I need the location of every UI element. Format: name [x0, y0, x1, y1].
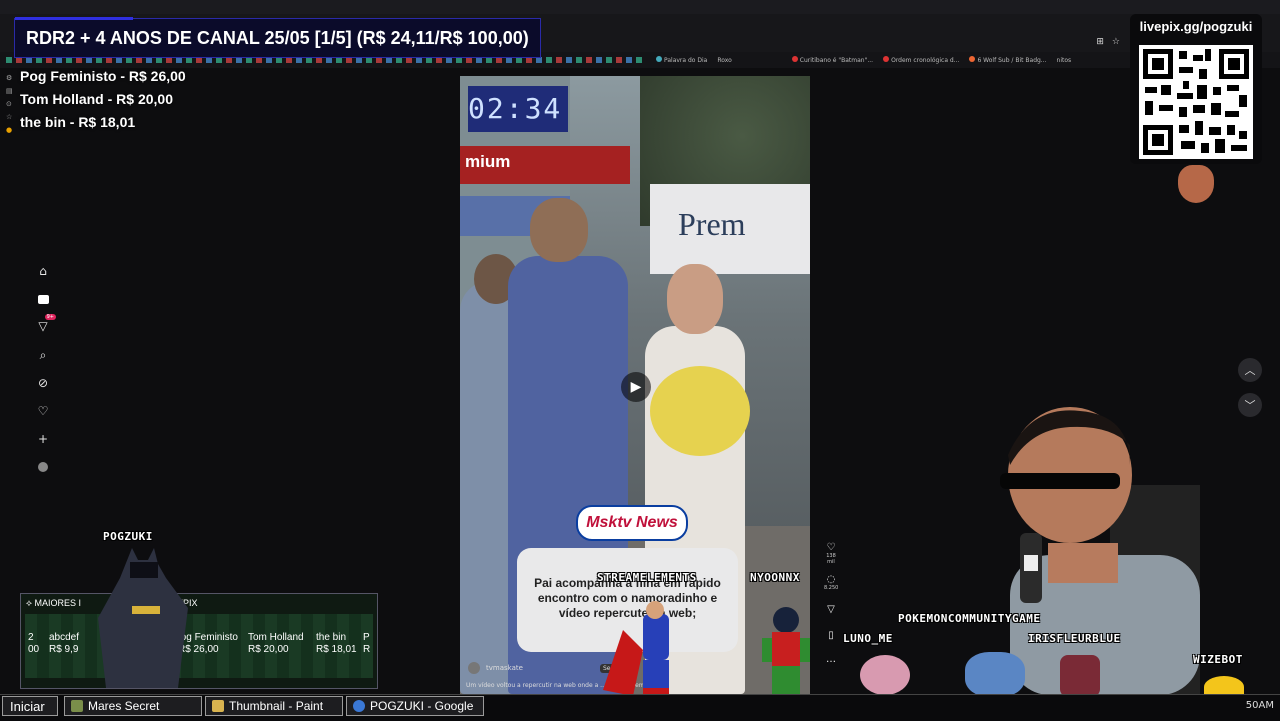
bookmark-item[interactable]: Curitibano é "Batman"...	[791, 56, 873, 64]
livepix-value: R$ 9,9	[49, 644, 79, 655]
character-sprite	[1060, 655, 1100, 697]
livepix-value: R$ 18,01	[316, 644, 357, 655]
comment-button[interactable]: ◌ 8.250	[824, 574, 838, 591]
superman-sprite	[603, 600, 693, 700]
search-icon[interactable]: ⌕	[34, 346, 52, 364]
favorites-icon[interactable]: ♡	[34, 402, 52, 420]
livepix-name: 2	[28, 632, 34, 643]
bookmark-item[interactable]: Palavra do Dia	[656, 56, 707, 64]
panel-icon[interactable]: ●	[6, 124, 18, 137]
paint-icon	[212, 700, 224, 712]
chat-user-pokemoncommunitygame: POKEMONCOMMUNITYGAME	[898, 612, 1041, 625]
save-button[interactable]: ▯	[824, 630, 838, 641]
browser-side-panel: ⚙ ▤ ⊙ ☆ ●	[6, 72, 18, 152]
explore-icon[interactable]: ⊘	[34, 374, 52, 392]
profile-icon[interactable]	[34, 458, 52, 476]
notifications-icon[interactable]: ▽ 9+	[34, 314, 56, 335]
batman-sprite	[92, 548, 192, 694]
bookmark-item[interactable]: nitos	[1057, 57, 1072, 64]
channel-info[interactable]: tvmaskate	[468, 662, 523, 674]
bookmark-item[interactable]: Roxo	[717, 57, 731, 64]
livepix-value: 00	[28, 644, 40, 655]
taskbar-item[interactable]: POGZUKI - Google	[346, 696, 484, 716]
more-button[interactable]: …	[824, 654, 838, 665]
video-store-sign: Prem	[650, 184, 810, 274]
chat-user-streamelements: STREAMELEMENTS	[597, 571, 697, 584]
app-icon	[71, 700, 83, 712]
taskbar-item[interactable]: Mares Secret	[64, 696, 202, 716]
qr-code	[1139, 45, 1253, 159]
banner-accent	[15, 17, 133, 20]
previous-video-button[interactable]: ︿	[1238, 358, 1262, 382]
mascot-sprite	[1178, 165, 1214, 203]
qr-title: livepix.gg/pogzuki	[1139, 19, 1253, 34]
panel-icon[interactable]: ⊙	[6, 98, 18, 111]
panel-icon[interactable]: ▤	[6, 85, 18, 98]
stream-title: RDR2 + 4 ANOS DE CANAL 25/05 [1/5] (R$ 2…	[26, 27, 529, 48]
donor-entry: the bin - R$ 18,01	[20, 114, 136, 130]
blastoise-sprite	[965, 652, 1025, 697]
pokemon-sprite	[860, 655, 910, 695]
add-icon[interactable]: +	[34, 430, 52, 448]
webcam-feed	[970, 405, 1220, 695]
video-flowers	[650, 366, 750, 456]
donor-entry: Tom Holland - R$ 20,00	[20, 91, 173, 107]
video-head	[667, 264, 723, 334]
taskbar-clock: 50AM	[1245, 700, 1274, 711]
donor-entry: Pog Feministo - R$ 26,00	[20, 68, 186, 84]
livepix-name: abcdef	[49, 632, 80, 643]
livepix-name: the bin	[316, 632, 347, 643]
chat-user-pogzuki: POGZUKI	[103, 530, 153, 543]
panel-icon[interactable]: ☆	[6, 111, 18, 124]
channel-name[interactable]: tvmaskate	[486, 664, 523, 672]
taskbar-item[interactable]: Thumbnail - Paint	[205, 696, 343, 716]
channel-logo: Msktv News	[576, 505, 688, 541]
chat-user-nyoonnx: NYOONNX	[750, 571, 800, 584]
like-button[interactable]: ♡ 138 mil	[824, 542, 838, 565]
bookmark-star-icon[interactable]: ☆	[1112, 37, 1120, 47]
chat-user-wizebot: WIZEBOT	[1193, 653, 1243, 666]
browser-top-bar	[0, 0, 1280, 14]
livepix-value: R$ 20,00	[248, 644, 289, 655]
bookmark-item[interactable]: 6 Wolf Sub / Bit Badg...	[969, 56, 1047, 64]
livepix-value: R	[363, 644, 371, 655]
share-button[interactable]: ▽	[824, 604, 838, 615]
video-icon[interactable]	[34, 290, 52, 308]
start-button[interactable]: Iniciar	[2, 696, 58, 716]
chat-user-irisfleurblue: IRISFLEURBLUE	[1028, 632, 1121, 645]
play-button[interactable]: ▶	[621, 372, 651, 402]
home-icon[interactable]: ⌂	[34, 262, 52, 280]
robin-sprite	[756, 604, 818, 698]
video-price-sign: 02:34	[468, 86, 568, 132]
livepix-name: Tom Holland	[248, 632, 304, 643]
video-red-sign: mium	[460, 146, 630, 184]
panel-icon[interactable]: ⚙	[6, 72, 18, 85]
bookmark-item[interactable]: Ordem cronológica d...	[883, 56, 959, 64]
video-head	[530, 198, 588, 262]
notification-badge: 9+	[44, 314, 56, 320]
chat-user-luno: LUNO_ME	[843, 632, 893, 645]
next-video-button[interactable]: ﹀	[1238, 393, 1262, 417]
extensions-icon[interactable]: ⊞	[1096, 37, 1104, 47]
chrome-icon	[353, 700, 365, 712]
toolbar-icons: ⊞ ☆	[1096, 37, 1120, 47]
livepix-name: P	[363, 632, 370, 643]
stream-title-banner: RDR2 + 4 ANOS DE CANAL 25/05 [1/5] (R$ 2…	[14, 17, 541, 58]
